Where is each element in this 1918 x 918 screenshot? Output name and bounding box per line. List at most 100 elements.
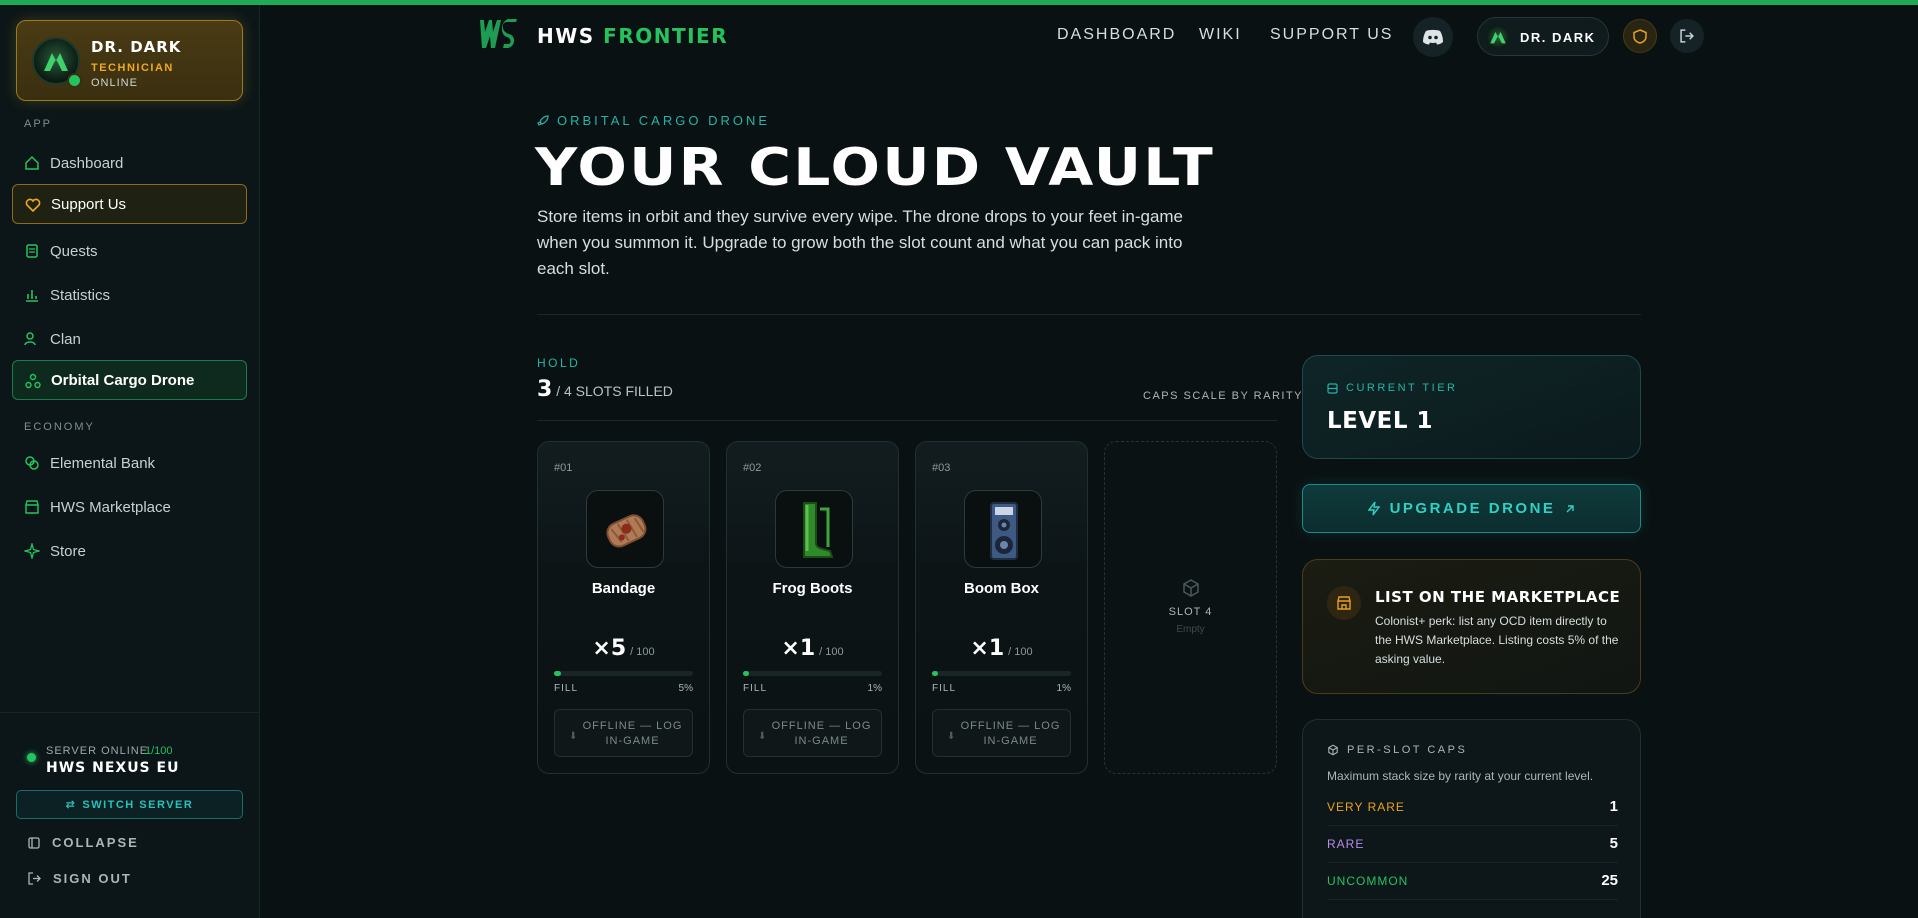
empty-cargo-slot[interactable]: SLOT 4 Empty — [1104, 441, 1277, 774]
swap-icon: ⇄ — [65, 799, 77, 811]
item-name: Frog Boots — [772, 580, 853, 597]
discord-button[interactable] — [1413, 17, 1453, 57]
fill-progress-bar — [743, 671, 882, 676]
sign-out-label: SIGN OUT — [53, 871, 132, 886]
item-qty-value: ×1 — [781, 636, 816, 661]
cap-value: 25 — [1601, 872, 1618, 889]
user-avatar — [1486, 25, 1510, 49]
sidebar-item-support-us[interactable]: Support Us — [12, 184, 247, 224]
sidebar-item-dashboard[interactable]: Dashboard — [12, 143, 247, 183]
store-icon — [1327, 586, 1361, 620]
nav-dashboard[interactable]: DASHBOARD — [1057, 26, 1176, 44]
fill-percent: 1% — [1056, 683, 1071, 694]
admin-shield-button[interactable] — [1623, 19, 1657, 53]
fill-progress-bar — [932, 671, 1071, 676]
external-arrow-icon — [1566, 504, 1575, 512]
switch-server-button[interactable]: ⇄ SWITCH SERVER — [16, 790, 243, 819]
database-icon — [1327, 382, 1338, 394]
download-icon: ⬇ — [569, 731, 579, 742]
section-divider — [537, 314, 1641, 315]
page-title: YOUR CLOUD VAULT — [535, 138, 1215, 198]
fill-progress-value — [932, 671, 938, 676]
marketplace-description: Colonist+ perk: list any OCD item direct… — [1375, 614, 1619, 666]
item-quantity: ×1/ 100 — [727, 636, 898, 661]
sidebar-item-hws-marketplace[interactable]: HWS Marketplace — [12, 487, 247, 527]
profile-card[interactable]: DR. DARK TECHNICIAN ONLINE — [16, 20, 243, 101]
sidebar-item-label: Support Us — [51, 195, 127, 213]
coins-icon — [25, 456, 39, 470]
cargo-slot[interactable]: #03 Boom Box ×1/ 100 FILL 1% ⬇ OFFLINE —… — [915, 441, 1088, 774]
item-qty-value: ×1 — [970, 636, 1005, 661]
caps-scale-note: CAPS SCALE BY RARITY — [1143, 390, 1304, 402]
sidebar-item-label: Clan — [50, 330, 81, 348]
caps-label: PER-SLOT CAPS — [1327, 744, 1467, 756]
sidebar-item-elemental-bank[interactable]: Elemental Bank — [12, 443, 247, 483]
brand-title[interactable]: HWS FRONTIER — [537, 24, 728, 48]
page-eyebrow: ORBITAL CARGO DRONE — [537, 113, 770, 128]
sidebar-item-store[interactable]: Store — [12, 531, 247, 571]
item-qty-max: / 100 — [1008, 646, 1033, 658]
tier-value: LEVEL 1 — [1327, 408, 1434, 434]
alien-logo-icon — [1490, 31, 1506, 44]
cap-row-rare: RARE 5 — [1327, 826, 1618, 863]
fill-progress-value — [554, 671, 561, 676]
slot-number: #01 — [554, 462, 573, 474]
sidebar-item-statistics[interactable]: Statistics — [12, 275, 247, 315]
cap-value: 5 — [1609, 835, 1618, 852]
fill-progress-bar — [554, 671, 693, 676]
upgrade-drone-button[interactable]: UPGRADE DRONE — [1302, 484, 1641, 533]
sidebar-item-clan[interactable]: Clan — [12, 319, 247, 359]
nav-support-us[interactable]: SUPPORT US — [1270, 26, 1393, 44]
retrieve-button-label: OFFLINE — LOG IN-GAME — [771, 720, 872, 747]
sign-out-icon — [28, 872, 41, 885]
alien-logo-icon — [44, 53, 68, 71]
cargo-slot[interactable]: #01 Bandage ×5/ 100 FILL 5% ⬇ OFFLINE — … — [537, 441, 710, 774]
server-status-dot — [27, 753, 36, 762]
current-tier-card: CURRENT TIER LEVEL 1 — [1302, 355, 1641, 459]
section-label-economy: ECONOMY — [24, 421, 95, 433]
nav-wiki[interactable]: WIKI — [1199, 26, 1242, 44]
profile-role: TECHNICIAN — [91, 62, 174, 74]
collapse-label: COLLAPSE — [52, 835, 139, 850]
per-slot-caps-card: PER-SLOT CAPS Maximum stack size by rari… — [1302, 719, 1641, 918]
user-menu[interactable]: DR. DARK — [1477, 17, 1609, 56]
collapse-icon — [28, 836, 40, 849]
logout-icon — [1680, 29, 1694, 43]
collapse-button[interactable]: COLLAPSE — [28, 835, 139, 850]
boom-box-icon — [990, 502, 1018, 560]
sidebar-item-quests[interactable]: Quests — [12, 231, 247, 271]
frog-boots-icon — [803, 502, 834, 558]
upgrade-drone-label: UPGRADE DRONE — [1389, 500, 1556, 517]
fill-percent: 5% — [678, 683, 693, 694]
sparkle-icon — [24, 543, 40, 559]
logout-button[interactable] — [1670, 19, 1704, 53]
cap-rarity: RARE — [1327, 837, 1365, 851]
fill-percent: 1% — [867, 683, 882, 694]
box-icon — [1328, 744, 1338, 756]
hold-slot-count: 3 / 4 SLOTS FILLED — [537, 377, 673, 402]
profile-name: DR. DARK — [91, 38, 182, 56]
sidebar-item-label: Elemental Bank — [50, 454, 156, 472]
hold-total-text: / 4 SLOTS FILLED — [556, 383, 673, 399]
hws-logo-icon[interactable] — [477, 16, 523, 54]
cargo-slot[interactable]: #02 Frog Boots ×1/ 100 FILL 1% ⬇ OFFLINE… — [726, 441, 899, 774]
sign-out-button[interactable]: SIGN OUT — [28, 871, 132, 886]
item-quantity: ×1/ 100 — [916, 636, 1087, 661]
retrieve-item-button[interactable]: ⬇ OFFLINE — LOG IN-GAME — [932, 709, 1071, 757]
tier-label-text: CURRENT TIER — [1346, 382, 1458, 394]
retrieve-item-button[interactable]: ⬇ OFFLINE — LOG IN-GAME — [743, 709, 882, 757]
rocket-icon — [537, 114, 549, 126]
brand-frontier: FRONTIER — [603, 24, 729, 48]
user-name: DR. DARK — [1520, 30, 1596, 45]
retrieve-item-button[interactable]: ⬇ OFFLINE — LOG IN-GAME — [554, 709, 693, 757]
sidebar: DR. DARK TECHNICIAN ONLINE APP Dashboard… — [0, 5, 260, 918]
fill-label: FILL — [932, 683, 957, 694]
sidebar-item-label: Orbital Cargo Drone — [51, 371, 195, 389]
marketplace-card[interactable]: LIST ON THE MARKETPLACE Colonist+ perk: … — [1302, 559, 1641, 694]
cap-row-uncommon: UNCOMMON 25 — [1327, 863, 1618, 900]
empty-slot-title: SLOT 4 — [1168, 606, 1213, 618]
home-icon — [25, 155, 39, 170]
sidebar-bottom-divider — [0, 712, 260, 713]
sidebar-item-orbital-cargo-drone[interactable]: Orbital Cargo Drone — [12, 360, 247, 400]
box-icon — [1183, 579, 1199, 597]
